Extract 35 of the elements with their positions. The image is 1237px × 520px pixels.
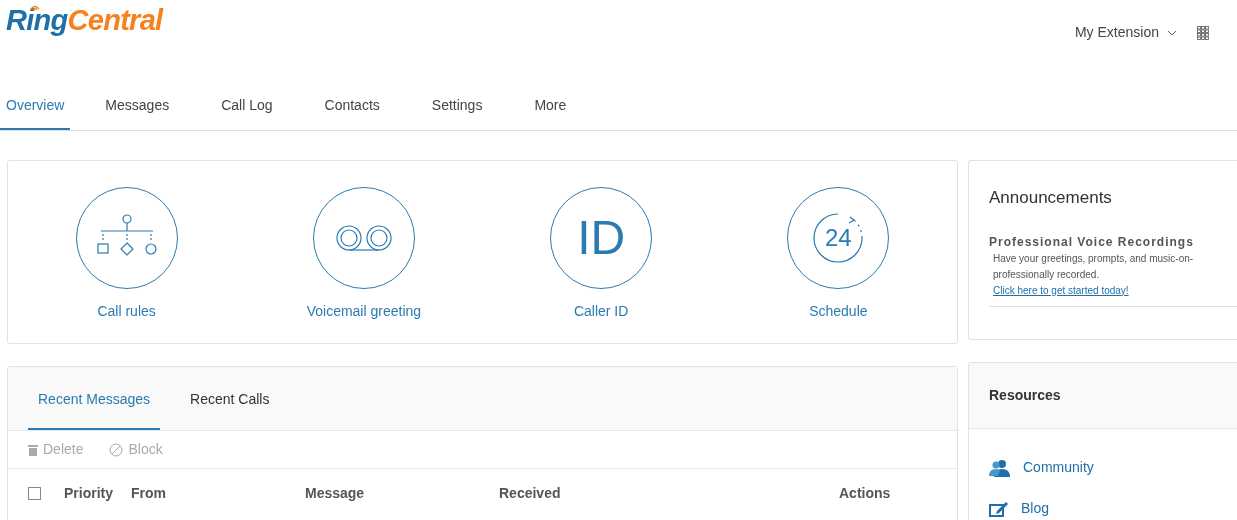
announcement-text: professionally recorded. <box>992 267 1101 282</box>
get-started-link[interactable]: Click here to get started today! <box>989 282 1237 298</box>
shortcut-button[interactable]: Voicemail greeting <box>245 182 483 322</box>
card-title: Announcements <box>989 187 1113 209</box>
column-header: Message <box>305 483 366 503</box>
app-grid-icon[interactable] <box>1197 25 1209 40</box>
recent-tab[interactable]: Recent Calls <box>180 367 280 430</box>
nav-tab[interactable]: Settings <box>425 76 489 130</box>
nav-tab[interactable]: More <box>528 76 573 130</box>
column-header: Actions <box>839 483 891 503</box>
column-header: Received <box>499 483 562 503</box>
shortcut-button[interactable]: Call rules <box>8 182 246 322</box>
nav-tab[interactable]: Call Log <box>215 76 279 130</box>
trash-icon <box>28 443 38 456</box>
block-icon <box>109 442 124 457</box>
card-title: Resources <box>989 386 1061 405</box>
nav-tab[interactable]: Contacts <box>318 76 386 130</box>
shortcut-button[interactable]: ID Caller ID <box>482 182 720 322</box>
shortcut-button[interactable]: 24 Schedule <box>719 182 957 322</box>
column-header: Priority <box>64 483 114 503</box>
resource-link[interactable]: Blog <box>989 498 1237 519</box>
resource-link[interactable]: Community <box>989 457 1237 478</box>
announcement-text: Have your greetings, prompts, and music-on- <box>992 251 1195 266</box>
select-all-checkbox[interactable] <box>28 486 41 500</box>
recent-tab[interactable]: Recent Messages <box>28 367 161 430</box>
nav-tab[interactable]: Messages <box>99 76 176 130</box>
logo: RingCentral <box>6 6 163 35</box>
extension-menu[interactable]: My Extension <box>1074 22 1177 43</box>
column-header: From <box>131 483 167 503</box>
chevron-down-icon <box>1167 29 1177 36</box>
edit-icon <box>989 500 1009 517</box>
id-icon: ID <box>577 213 626 262</box>
announcement-heading: Professional Voice Recordings <box>989 233 1195 251</box>
nav-tab[interactable]: Overview <box>0 76 71 130</box>
people-icon <box>989 458 1011 477</box>
